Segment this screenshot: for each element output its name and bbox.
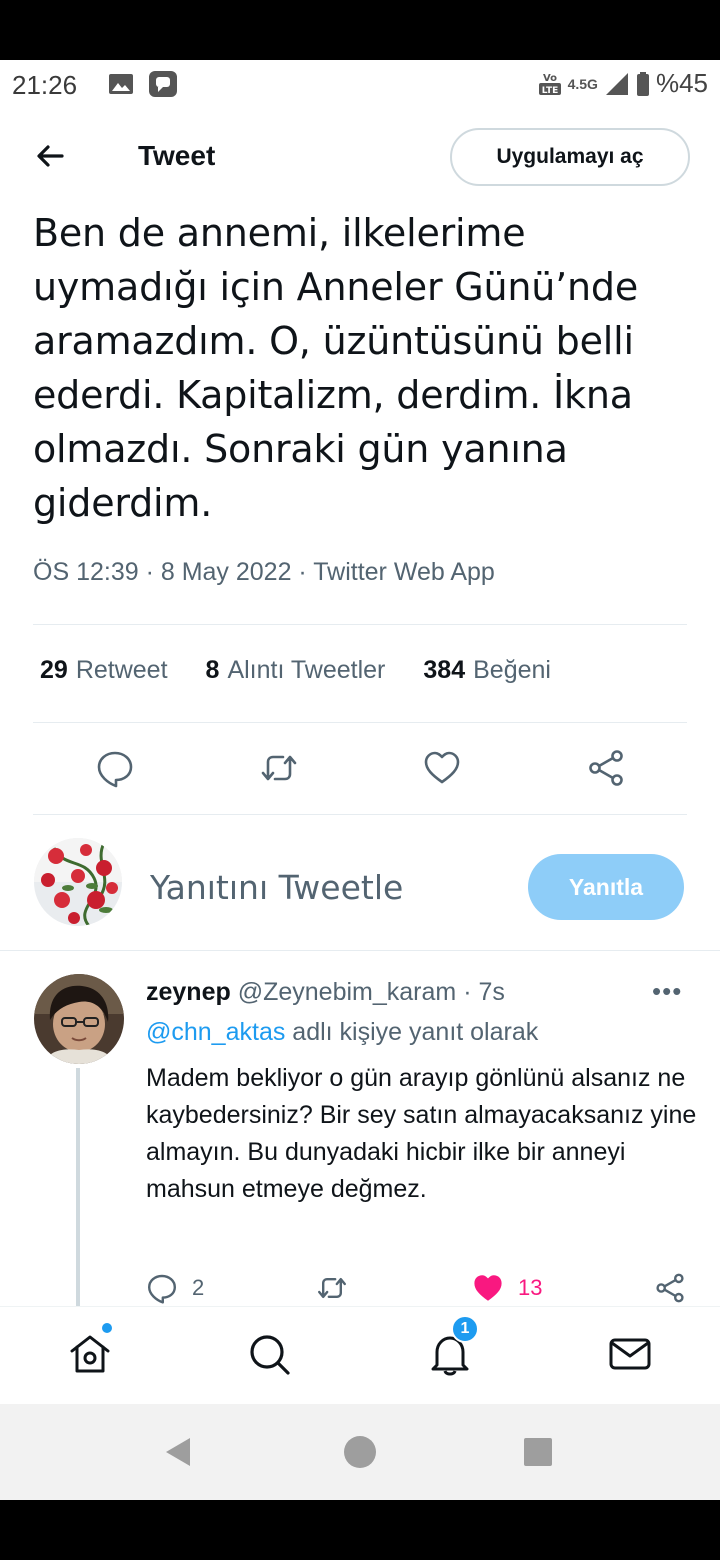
battery-percent: %45 [655,68,708,98]
tweet-meta[interactable]: ÖS 12:39 · 8 May 2022 · Twitter Web App [33,558,495,587]
liked-heart-icon [474,1275,502,1301]
reply-time: · 7s [463,978,505,1006]
home-unread-dot [102,1323,112,1333]
like-icon[interactable] [422,748,462,788]
reply-author-handle[interactable]: @Zeynebim_karam [238,978,457,1006]
notification-badge: 1 [451,1315,479,1343]
reply-submit-button[interactable]: Yanıtla [528,854,684,920]
home-icon[interactable] [67,1331,113,1377]
system-back-icon[interactable] [160,1434,196,1470]
screen: 21:26 Vo LTE 4.5G %45 Tweet Uygulamayı a… [0,60,720,1500]
divider [33,814,687,815]
search-icon[interactable] [246,1331,292,1377]
reply-retweet-button[interactable] [316,1272,348,1304]
reply-author-name[interactable]: zeynep [146,978,231,1006]
messages-mail-icon[interactable] [607,1331,653,1377]
like-count: 13 [518,1275,543,1300]
user-avatar[interactable] [34,838,122,926]
reply-share-button[interactable] [654,1272,686,1304]
share-icon[interactable] [586,748,626,788]
page-title: Tweet [138,140,216,171]
tweet-actions [0,748,720,792]
reply-author-avatar[interactable] [34,974,124,1064]
reply-like-button[interactable]: 13 [472,1272,542,1304]
thread-line [76,1068,80,1306]
network-type: 4.5G [567,75,598,92]
signal-icon [605,72,628,95]
svg-text:Vo: Vo [543,73,557,84]
likes-stat[interactable]: 384 Beğeni [423,656,551,685]
more-options-icon[interactable]: ••• [652,976,682,1007]
tweet-text: Ben de annemi, ilkelerime uymadığı için … [33,211,639,525]
divider [33,722,687,723]
quotes-stat[interactable]: 8 Alıntı Tweetler [206,656,386,685]
mention-link[interactable]: @chn_aktas [146,1018,285,1046]
replying-to: @chn_aktas adlı kişiye yanıt olarak [146,1018,539,1046]
reply-icon[interactable] [95,748,135,788]
reply-author-line: zeynep @Zeynebim_karam · 7s [146,978,505,1007]
retweet-icon [318,1278,346,1298]
system-nav-bar [0,1404,720,1500]
svg-text:LTE: LTE [541,86,558,96]
reply-composer-input[interactable]: Yanıtını Tweetle [150,868,403,907]
message-notification-icon [149,71,177,97]
system-home-icon[interactable] [344,1436,376,1468]
open-app-button[interactable]: Uygulamayı aç [450,128,690,186]
tweet-stats: 29 Retweet 8 Alıntı Tweetler 384 Beğeni [40,656,551,685]
bottom-nav: 1 [0,1306,720,1402]
retweet-icon[interactable] [259,748,299,788]
gallery-notification-icon [109,74,133,94]
battery-icon [636,71,649,96]
reply-text: Madem bekliyor o gün arayıp gönlünü alsa… [146,1064,697,1203]
share-icon [656,1273,684,1303]
retweets-stat[interactable]: 29 Retweet [40,656,168,685]
status-time: 21:26 [12,70,78,100]
volte-icon: Vo LTE [538,73,561,96]
divider [33,624,687,625]
reply-icon [148,1274,176,1304]
tweet-header: Tweet Uygulamayı aç [0,122,720,192]
status-bar: 21:26 Vo LTE 4.5G %45 [0,60,720,108]
reply-count: 2 [192,1275,205,1300]
system-recents-icon[interactable] [524,1438,552,1466]
divider [0,950,720,951]
reply-reply-button[interactable]: 2 [146,1272,204,1304]
back-arrow-icon[interactable] [30,136,70,176]
status-right: Vo LTE 4.5G %45 [538,68,708,99]
